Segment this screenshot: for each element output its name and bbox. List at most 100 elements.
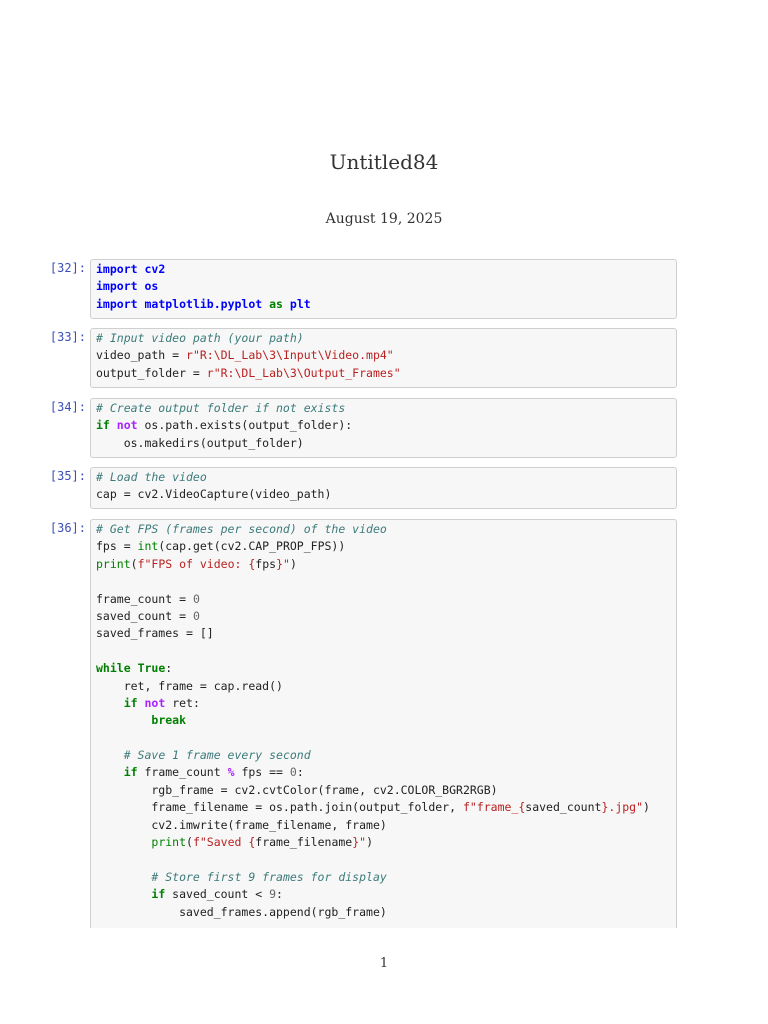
code-token: if (123, 765, 138, 780)
code-token: True (137, 661, 166, 676)
code-token: f"FPS of video: (137, 556, 249, 571)
code-token: while (96, 661, 131, 676)
code-line: saved_frames = [] (96, 625, 676, 642)
code-line: # Load the video (96, 469, 676, 486)
code-token: ret, frame = cap.read() (96, 678, 283, 693)
code-token: os.makedirs(output_folder) (96, 435, 304, 450)
code-token: import (96, 279, 138, 294)
page-number: 1 (379, 956, 389, 971)
code-block: # Create output folder if not exists if n… (91, 399, 676, 452)
code-token: break (151, 713, 187, 728)
code-token: not (116, 418, 138, 433)
code-token: : (276, 887, 283, 902)
code-line: cap = cv2.VideoCapture(video_path) (96, 486, 676, 503)
code-line: if saved_count < 9: (96, 886, 676, 903)
code-block: import cv2 import os import matplotlib.pyp… (91, 260, 676, 313)
code-token: ( (130, 556, 138, 571)
code-line: import os (96, 278, 676, 295)
code-token: 0 (192, 591, 200, 606)
code-token: if (123, 695, 138, 710)
code-line: print(f"FPS of video: {fps}") (96, 556, 676, 573)
code-token: fps = (96, 539, 138, 554)
code-token: os (144, 279, 159, 294)
code-token: saved_count < (165, 887, 270, 902)
cell-prompt: [35]: (49, 469, 86, 483)
code-token: print (96, 556, 131, 571)
code-token: plt (289, 296, 311, 311)
code-input-area[interactable]: # Input video path (your path) video_path… (90, 328, 677, 388)
code-token: # Load the video (96, 470, 207, 484)
code-input-area[interactable]: # Create output folder if not exists if n… (90, 398, 677, 458)
code-input-area[interactable]: import cv2 import os import matplotlib.pyp… (90, 259, 677, 319)
code-line: os.makedirs(output_folder) (96, 435, 676, 452)
code-token: rgb_frame = cv2.cvtColor(frame, cv2.COLO… (96, 782, 498, 797)
code-token: import (96, 296, 138, 311)
code-token: ) (289, 556, 297, 571)
document-date: August 19, 2025 (325, 211, 443, 227)
code-line: rgb_frame = cv2.cvtColor(frame, cv2.COLO… (96, 782, 676, 799)
code-token: as (269, 296, 283, 311)
code-token: 0 (192, 608, 200, 623)
code-line: cv2.imwrite(frame_filename, frame) (96, 817, 676, 834)
code-token: cv2.imwrite(frame_filename, frame) (96, 817, 387, 832)
code-token: 0 (289, 765, 297, 780)
code-token: # Save 1 frame every second (123, 748, 311, 763)
code-line: # Get FPS (frames per second) of the vid… (96, 521, 676, 538)
code-block: # Input video path (your path) video_path… (91, 329, 676, 382)
code-token: ( (186, 835, 193, 850)
code-token: if (151, 887, 166, 902)
code-line: frame_filename = os.path.join(output_fol… (96, 799, 676, 816)
code-line: # Input video path (your path) (96, 330, 676, 347)
code-token: ) (366, 835, 374, 850)
code-token: r"R:\DL_Lab\3\Output_Frames" (206, 365, 401, 380)
code-line: if not os.path.exists(output_folder): (96, 417, 676, 434)
code-token: ret: (165, 695, 200, 710)
code-token: not (144, 695, 166, 710)
code-line: # Store first 9 frames for display (96, 869, 676, 886)
cell-prompt: [32]: (49, 261, 86, 275)
code-token: frame_filename = os.path.join(output_fol… (96, 800, 463, 815)
code-token: int (137, 539, 159, 554)
code-token: # Store first 9 frames for display (151, 869, 387, 884)
code-line: break (96, 712, 676, 729)
code-line: while True: (96, 660, 676, 677)
code-line: # Create output folder if not exists (96, 400, 676, 417)
code-line: video_path = r"R:\DL_Lab\3\Input\Video.m… (96, 347, 676, 364)
code-line: # Save 1 frame every second (96, 747, 676, 764)
code-token: frame_count (137, 765, 228, 780)
code-token: print (151, 835, 187, 850)
code-token: fps (255, 556, 277, 571)
code-token: matplotlib.pyplot (144, 296, 263, 311)
code-input-area[interactable]: # Get FPS (frames per second) of the vid… (90, 519, 677, 928)
code-line: saved_count = 0 (96, 608, 676, 625)
code-token: output_folder = (96, 365, 207, 380)
code-token: f"frame_ (462, 800, 519, 815)
code-token: import (96, 262, 138, 276)
code-token: (cap.get(cv2.CAP_PROP_FPS)) (158, 539, 346, 554)
code-token: r"R:\DL_Lab\3\Input\Video.mp4" (186, 348, 394, 363)
code-token: .jpg" (608, 800, 644, 815)
code-token: # Get FPS (frames per second) of the vid… (96, 522, 387, 536)
code-input-area[interactable]: # Load the video cap = cv2.VideoCapture(v… (90, 467, 677, 509)
code-line: import cv2 (96, 261, 676, 278)
code-token: frame_count = (96, 591, 193, 606)
code-token: ) (643, 800, 650, 815)
code-token: saved_count (525, 800, 602, 815)
code-line: frame_count = 0 (96, 591, 676, 608)
cell-prompt: [34]: (49, 400, 86, 414)
document-title: Untitled84 (329, 150, 439, 174)
code-token: cv2 (144, 262, 166, 276)
code-token: if (96, 418, 110, 433)
code-line: import matplotlib.pyplot as plt (96, 296, 676, 313)
code-token: fps == (234, 765, 290, 780)
